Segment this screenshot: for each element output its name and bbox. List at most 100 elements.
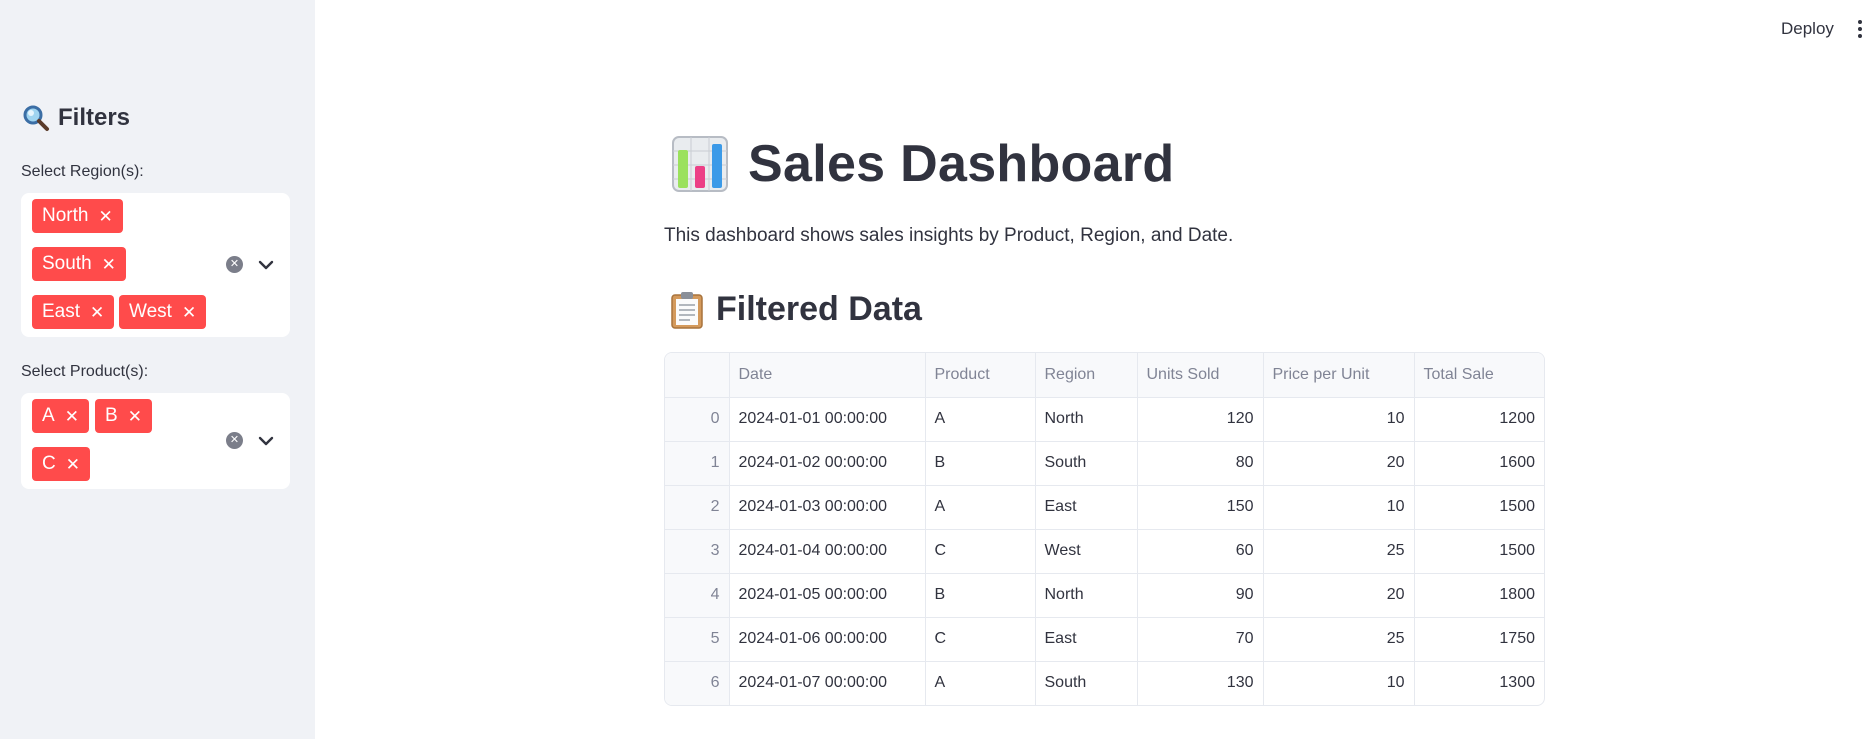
region-multiselect[interactable]: North ✕ South ✕ East ✕ West ✕ ✕: [21, 193, 290, 337]
chip-label: East: [42, 301, 81, 322]
remove-icon[interactable]: ✕: [66, 456, 80, 473]
region-chip-west[interactable]: West ✕: [119, 295, 207, 329]
column-header[interactable]: Total Sale: [1414, 353, 1544, 398]
table-cell[interactable]: 130: [1137, 661, 1264, 705]
region-chip-north[interactable]: North ✕: [32, 199, 123, 233]
clear-all-icon[interactable]: ✕: [226, 432, 243, 449]
table-cell[interactable]: 80: [1137, 441, 1264, 486]
row-index: 0: [665, 397, 730, 442]
table-cell[interactable]: 2024-01-02 00:00:00: [729, 441, 926, 486]
chip-label: West: [129, 301, 172, 322]
column-header[interactable]: [665, 353, 730, 398]
table-cell[interactable]: 1500: [1414, 529, 1544, 574]
table-cell[interactable]: A: [925, 397, 1036, 442]
sidebar: Filters Select Region(s): North ✕ South ✕ …: [0, 0, 315, 739]
table-cell[interactable]: 10: [1263, 661, 1415, 705]
table-cell[interactable]: 2024-01-01 00:00:00: [729, 397, 926, 442]
column-header[interactable]: Region: [1035, 353, 1138, 398]
table-row: 0 2024-01-01 00:00:00 A North 120 10 120…: [665, 397, 1544, 442]
table-cell[interactable]: West: [1035, 529, 1138, 574]
section-title: Filtered Data: [670, 290, 922, 329]
remove-icon[interactable]: ✕: [182, 304, 196, 321]
table-cell[interactable]: 70: [1137, 617, 1264, 662]
chip-label: A: [42, 405, 55, 426]
table-cell[interactable]: 2024-01-04 00:00:00: [729, 529, 926, 574]
column-header[interactable]: Product: [925, 353, 1036, 398]
page-title: Sales Dashboard: [672, 134, 1174, 194]
table-cell[interactable]: 60: [1137, 529, 1264, 574]
chip-label: South: [42, 253, 92, 274]
product-chip-a[interactable]: A ✕: [32, 399, 89, 433]
table-cell[interactable]: 20: [1263, 573, 1415, 618]
table-row: 2 2024-01-03 00:00:00 A East 150 10 1500: [665, 485, 1544, 530]
page-title-text: Sales Dashboard: [748, 135, 1175, 193]
remove-icon[interactable]: ✕: [102, 256, 116, 273]
column-header[interactable]: Price per Unit: [1263, 353, 1415, 398]
product-chip-c[interactable]: C ✕: [32, 447, 90, 481]
table-cell[interactable]: North: [1035, 573, 1138, 618]
table-row: 6 2024-01-07 00:00:00 A South 130 10 130…: [665, 661, 1544, 705]
region-label: Select Region(s):: [21, 163, 144, 180]
table-cell[interactable]: East: [1035, 485, 1138, 530]
table-cell[interactable]: 10: [1263, 485, 1415, 530]
table-cell[interactable]: 1800: [1414, 573, 1544, 618]
table-cell[interactable]: 2024-01-06 00:00:00: [729, 617, 926, 662]
table-row: 3 2024-01-04 00:00:00 C West 60 25 1500: [665, 529, 1544, 574]
product-multiselect[interactable]: A ✕ B ✕ C ✕ ✕: [21, 393, 290, 489]
table-cell[interactable]: North: [1035, 397, 1138, 442]
table-cell[interactable]: 2024-01-07 00:00:00: [729, 661, 926, 705]
table-cell[interactable]: B: [925, 441, 1036, 486]
remove-icon[interactable]: ✕: [98, 208, 112, 225]
row-index: 4: [665, 573, 730, 618]
deploy-button[interactable]: Deploy: [1781, 19, 1834, 39]
clear-all-icon[interactable]: ✕: [226, 256, 243, 273]
table-cell[interactable]: 25: [1263, 617, 1415, 662]
chevron-down-icon[interactable]: [257, 256, 275, 274]
vertical-dots-icon[interactable]: [1856, 18, 1864, 40]
column-header[interactable]: Date: [729, 353, 926, 398]
chevron-down-icon[interactable]: [257, 432, 275, 450]
table-cell[interactable]: 1600: [1414, 441, 1544, 486]
table-cell[interactable]: South: [1035, 441, 1138, 486]
table-cell[interactable]: 2024-01-05 00:00:00: [729, 573, 926, 618]
chip-label: North: [42, 205, 89, 226]
table-cell[interactable]: 1200: [1414, 397, 1544, 442]
table-cell[interactable]: A: [925, 485, 1036, 530]
table-cell[interactable]: South: [1035, 661, 1138, 705]
row-index: 6: [665, 661, 730, 705]
row-index: 1: [665, 441, 730, 486]
table-cell[interactable]: 2024-01-03 00:00:00: [729, 485, 926, 530]
region-chip-south[interactable]: South ✕: [32, 247, 126, 281]
table-cell[interactable]: 20: [1263, 441, 1415, 486]
table-cell[interactable]: East: [1035, 617, 1138, 662]
data-table[interactable]: Date Product Region Units Sold Price per…: [664, 352, 1545, 706]
remove-icon[interactable]: ✕: [65, 408, 79, 425]
table-cell[interactable]: 120: [1137, 397, 1264, 442]
remove-icon[interactable]: ✕: [90, 304, 104, 321]
table-cell[interactable]: 150: [1137, 485, 1264, 530]
table-cell[interactable]: 1750: [1414, 617, 1544, 662]
table-cell[interactable]: C: [925, 617, 1036, 662]
region-chip-east[interactable]: East ✕: [32, 295, 115, 329]
sidebar-title: Filters: [22, 104, 130, 132]
table-cell[interactable]: 1300: [1414, 661, 1544, 705]
clipboard-icon: [671, 291, 703, 329]
row-index: 5: [665, 617, 730, 662]
table-cell[interactable]: A: [925, 661, 1036, 705]
product-chip-b[interactable]: B ✕: [95, 399, 152, 433]
table-cell[interactable]: 25: [1263, 529, 1415, 574]
table-row: 5 2024-01-06 00:00:00 C East 70 25 1750: [665, 617, 1544, 662]
table-row: 4 2024-01-05 00:00:00 B North 90 20 1800: [665, 573, 1544, 618]
column-header[interactable]: Units Sold: [1137, 353, 1264, 398]
table-cell[interactable]: 90: [1137, 573, 1264, 618]
row-index: 3: [665, 529, 730, 574]
table-cell[interactable]: B: [925, 573, 1036, 618]
table-cell[interactable]: 1500: [1414, 485, 1544, 530]
bar-chart-icon: [672, 136, 728, 192]
sidebar-title-text: Filters: [58, 104, 131, 131]
table-cell[interactable]: 10: [1263, 397, 1415, 442]
remove-icon[interactable]: ✕: [128, 408, 142, 425]
row-index: 2: [665, 485, 730, 530]
magnifier-icon: [22, 104, 50, 132]
table-cell[interactable]: C: [925, 529, 1036, 574]
